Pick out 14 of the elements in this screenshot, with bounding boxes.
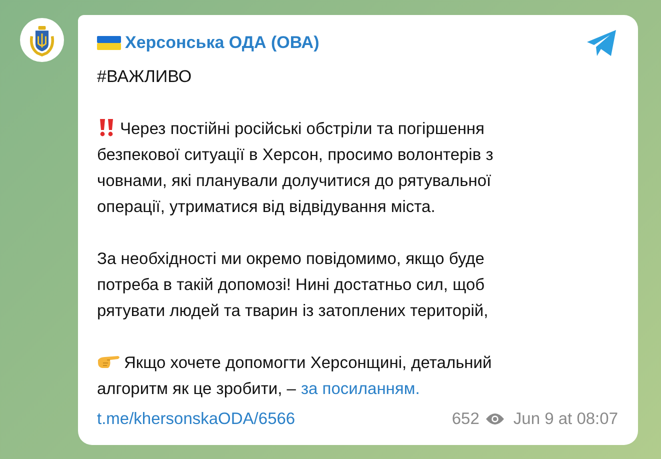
message-paragraph: За необхідності ми окремо повідомимо, якщо буде потреба в такій допомозі! Нині достатньо сил, щоб рятувати людей та тварин із затоплених територій, (97, 249, 490, 322)
message-paragraph: Якщо хочете допомогти Херсонщині, детальний алгоритм як це зробити, – за посиланням. (97, 350, 620, 402)
post-link[interactable]: t.me/khersonskaODA/6566 (97, 410, 296, 428)
message-paragraph: Через постійні російські обстріли та погіршення безпекової ситуації в Херсон, просимо волонтерів з човнами, які планували долучитися до рятувальної операції, утриматися від відвідування міста. (97, 116, 620, 220)
channel-avatar[interactable] (20, 18, 64, 62)
hashtag: #ВАЖЛИВО (97, 66, 193, 88)
eye-icon (485, 412, 506, 426)
flag-icon (97, 35, 121, 51)
link[interactable]: за посиланням. (300, 380, 420, 398)
telegram-logo-icon[interactable] (586, 29, 618, 57)
view-count: 652 (452, 410, 480, 428)
post-date: Jun 9 at 08:07 (513, 410, 618, 428)
channel-name[interactable]: Херсонська ОДА (ОВА) (125, 33, 320, 53)
crest-icon (28, 23, 56, 57)
